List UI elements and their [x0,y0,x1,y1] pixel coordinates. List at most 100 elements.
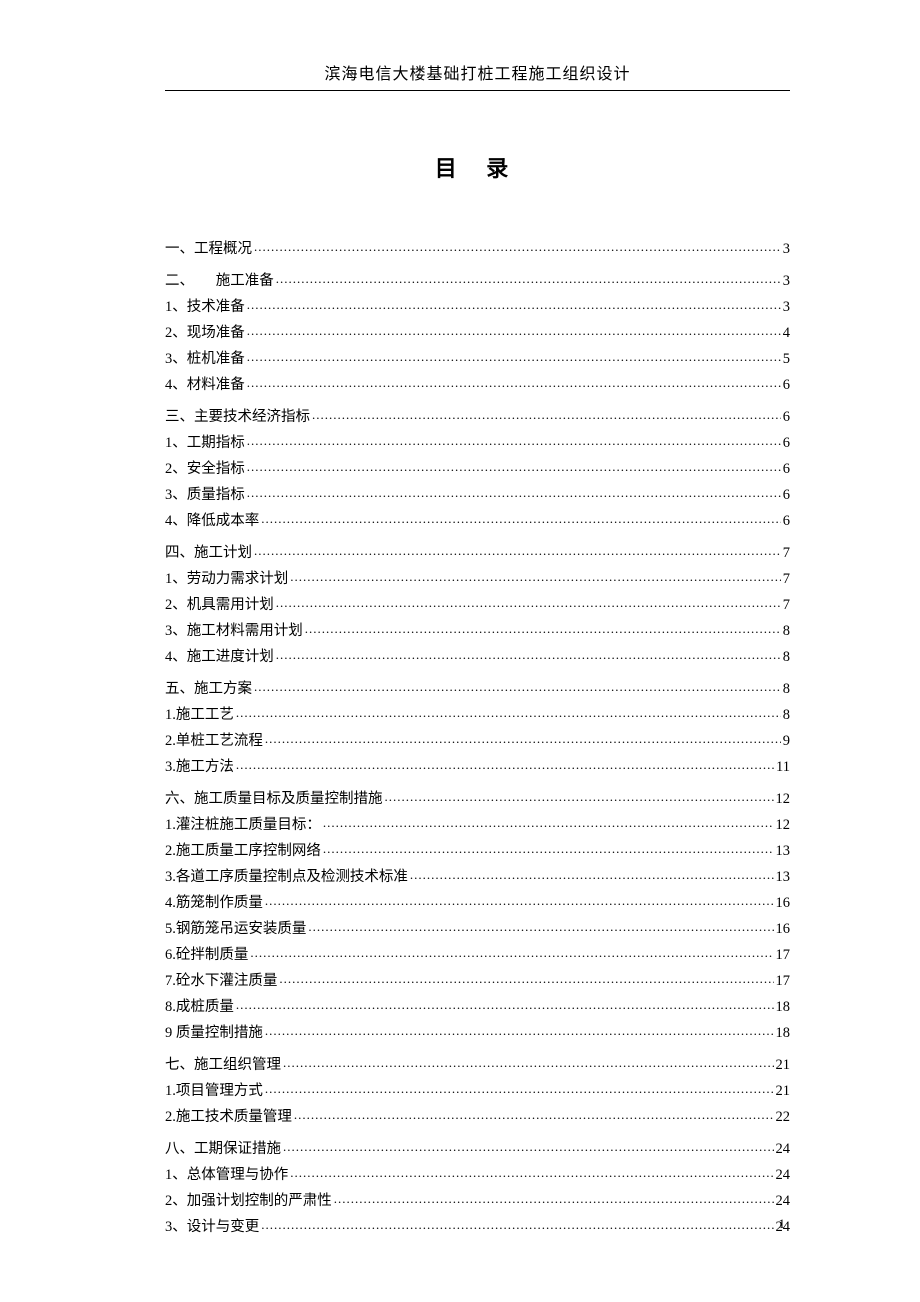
toc-entry: 1.项目管理方式 21 [165,1080,790,1098]
toc-entry-page: 17 [776,948,791,963]
table-of-contents: 一、工程概况3二、 施工准备31、技术准备32、现场准备43、桩机准备54、材料… [165,238,790,1234]
toc-leader-dots [290,568,781,583]
toc-entry-label: 6.砼拌制质量 [165,948,248,963]
toc-entry-page: 8 [783,650,790,665]
toc-entry: 5.钢筋笼吊运安装质量 16 [165,918,790,936]
toc-entry: 2、加强计划控制的严肃性24 [165,1190,790,1208]
toc-entry-page: 18 [776,1000,791,1015]
toc-entry: 4、施工进度计划8 [165,646,790,664]
toc-entry-page: 6 [783,462,790,477]
toc-entry-label: 2、机具需用计划 [165,598,274,613]
toc-entry-label: 1、劳动力需求计划 [165,572,288,587]
toc-entry-label: 4、降低成本率 [165,514,259,529]
toc-entry-page: 24 [776,1142,791,1157]
toc-entry: 1、总体管理与协作 24 [165,1164,790,1182]
toc-entry-label: 四、施工计划 [165,546,252,561]
toc-leader-dots [236,996,774,1011]
toc-leader-dots [261,1216,773,1231]
toc-entry-label: 3、设计与变更 [165,1220,259,1235]
toc-entry-label: 五、施工方案 [165,682,252,697]
toc-entry-page: 12 [776,818,791,833]
toc-entry-page: 6 [783,514,790,529]
toc-leader-dots [247,374,781,389]
toc-leader-dots [308,918,773,933]
toc-entry: 9 质量控制措施 18 [165,1022,790,1040]
toc-entry-label: 1.项目管理方式 [165,1084,263,1099]
toc-section-group: 一、工程概况3 [165,238,790,256]
toc-entry-page: 16 [776,922,791,937]
toc-entry-page: 7 [783,546,790,561]
toc-entry-page: 12 [776,792,791,807]
toc-section-group: 二、 施工准备31、技术准备32、现场准备43、桩机准备54、材料准备6 [165,270,790,392]
toc-entry-page: 13 [776,870,791,885]
toc-entry: 1.施工工艺8 [165,704,790,722]
toc-entry: 6.砼拌制质量 17 [165,944,790,962]
toc-entry-page: 11 [776,760,790,775]
toc-leader-dots [254,238,781,253]
toc-entry-page: 24 [776,1168,791,1183]
toc-entry: 2.施工技术质量管理22 [165,1106,790,1124]
toc-entry: 1、劳动力需求计划7 [165,568,790,586]
toc-leader-dots [276,594,781,609]
toc-entry-label: 2、现场准备 [165,326,245,341]
toc-entry: 2、现场准备 4 [165,322,790,340]
toc-leader-dots [312,406,781,421]
toc-entry-page: 22 [776,1110,791,1125]
toc-section-group: 三、主要技术经济指标61、工期指标62、安全指标63、质量指标64、降低成本率6 [165,406,790,528]
toc-entry-page: 21 [776,1084,791,1099]
toc-entry-label: 1.施工工艺 [165,708,234,723]
toc-leader-dots [247,458,781,473]
toc-leader-dots [276,270,781,285]
toc-section-group: 八、工期保证措施 24 1、总体管理与协作 24 2、加强计划控制的严肃性24 3、设计与… [165,1138,790,1234]
toc-entry: 四、施工计划 7 [165,542,790,560]
toc-entry-label: 5.钢筋笼吊运安装质量 [165,922,306,937]
toc-entry: 8.成桩质量18 [165,996,790,1014]
toc-entry: 一、工程概况3 [165,238,790,256]
toc-entry-label: 9 质量控制措施 [165,1026,263,1041]
toc-entry-page: 6 [783,378,790,393]
toc-entry-page: 5 [783,352,790,367]
toc-entry-label: 1、技术准备 [165,300,245,315]
toc-leader-dots [247,348,781,363]
toc-leader-dots [410,866,774,881]
toc-entry-label: 1、总体管理与协作 [165,1168,288,1183]
toc-entry: 1.灌注桩施工质量目标： 12 [165,814,790,832]
toc-leader-dots [247,484,781,499]
toc-entry-label: 7.砼水下灌注质量 [165,974,277,989]
toc-entry-page: 8 [783,624,790,639]
toc-entry: 3.各道工序质量控制点及检测技术标准13 [165,866,790,884]
toc-entry-page: 3 [783,274,790,289]
toc-entry-page: 18 [776,1026,791,1041]
toc-leader-dots [247,296,781,311]
toc-entry: 3.施工方法11 [165,756,790,774]
toc-entry-page: 17 [776,974,791,989]
toc-entry-page: 21 [776,1058,791,1073]
toc-leader-dots [276,646,781,661]
toc-entry: 五、施工方案8 [165,678,790,696]
toc-entry: 2.施工质量工序控制网络 13 [165,840,790,858]
toc-entry: 二、 施工准备3 [165,270,790,288]
toc-entry-label: 1.灌注桩施工质量目标： [165,818,321,833]
toc-entry: 7.砼水下灌注质量 17 [165,970,790,988]
toc-entry-page: 7 [783,598,790,613]
toc-entry-label: 三、主要技术经济指标 [165,410,310,425]
page-number: 1 [779,1216,786,1232]
toc-section-group: 六、施工质量目标及质量控制措施121.灌注桩施工质量目标：122.施工质量工序控… [165,788,790,1040]
toc-leader-dots [250,944,773,959]
toc-leader-dots [265,1022,774,1037]
toc-leader-dots [236,756,774,771]
toc-entry: 3、施工材料需用计划8 [165,620,790,638]
toc-entry-label: 2.施工质量工序控制网络 [165,844,321,859]
toc-entry-label: 4、材料准备 [165,378,245,393]
toc-entry-label: 1、工期指标 [165,436,245,451]
toc-entry-page: 9 [783,734,790,749]
toc-entry-page: 13 [776,844,791,859]
toc-leader-dots [294,1106,774,1121]
toc-entry: 八、工期保证措施 24 [165,1138,790,1156]
toc-leader-dots [279,970,773,985]
toc-entry: 七、施工组织管理21 [165,1054,790,1072]
toc-entry-label: 八、工期保证措施 [165,1142,281,1157]
toc-entry-page: 4 [783,326,790,341]
toc-entry-label: 2、加强计划控制的严肃性 [165,1194,332,1209]
toc-entry: 2.单桩工艺流程9 [165,730,790,748]
